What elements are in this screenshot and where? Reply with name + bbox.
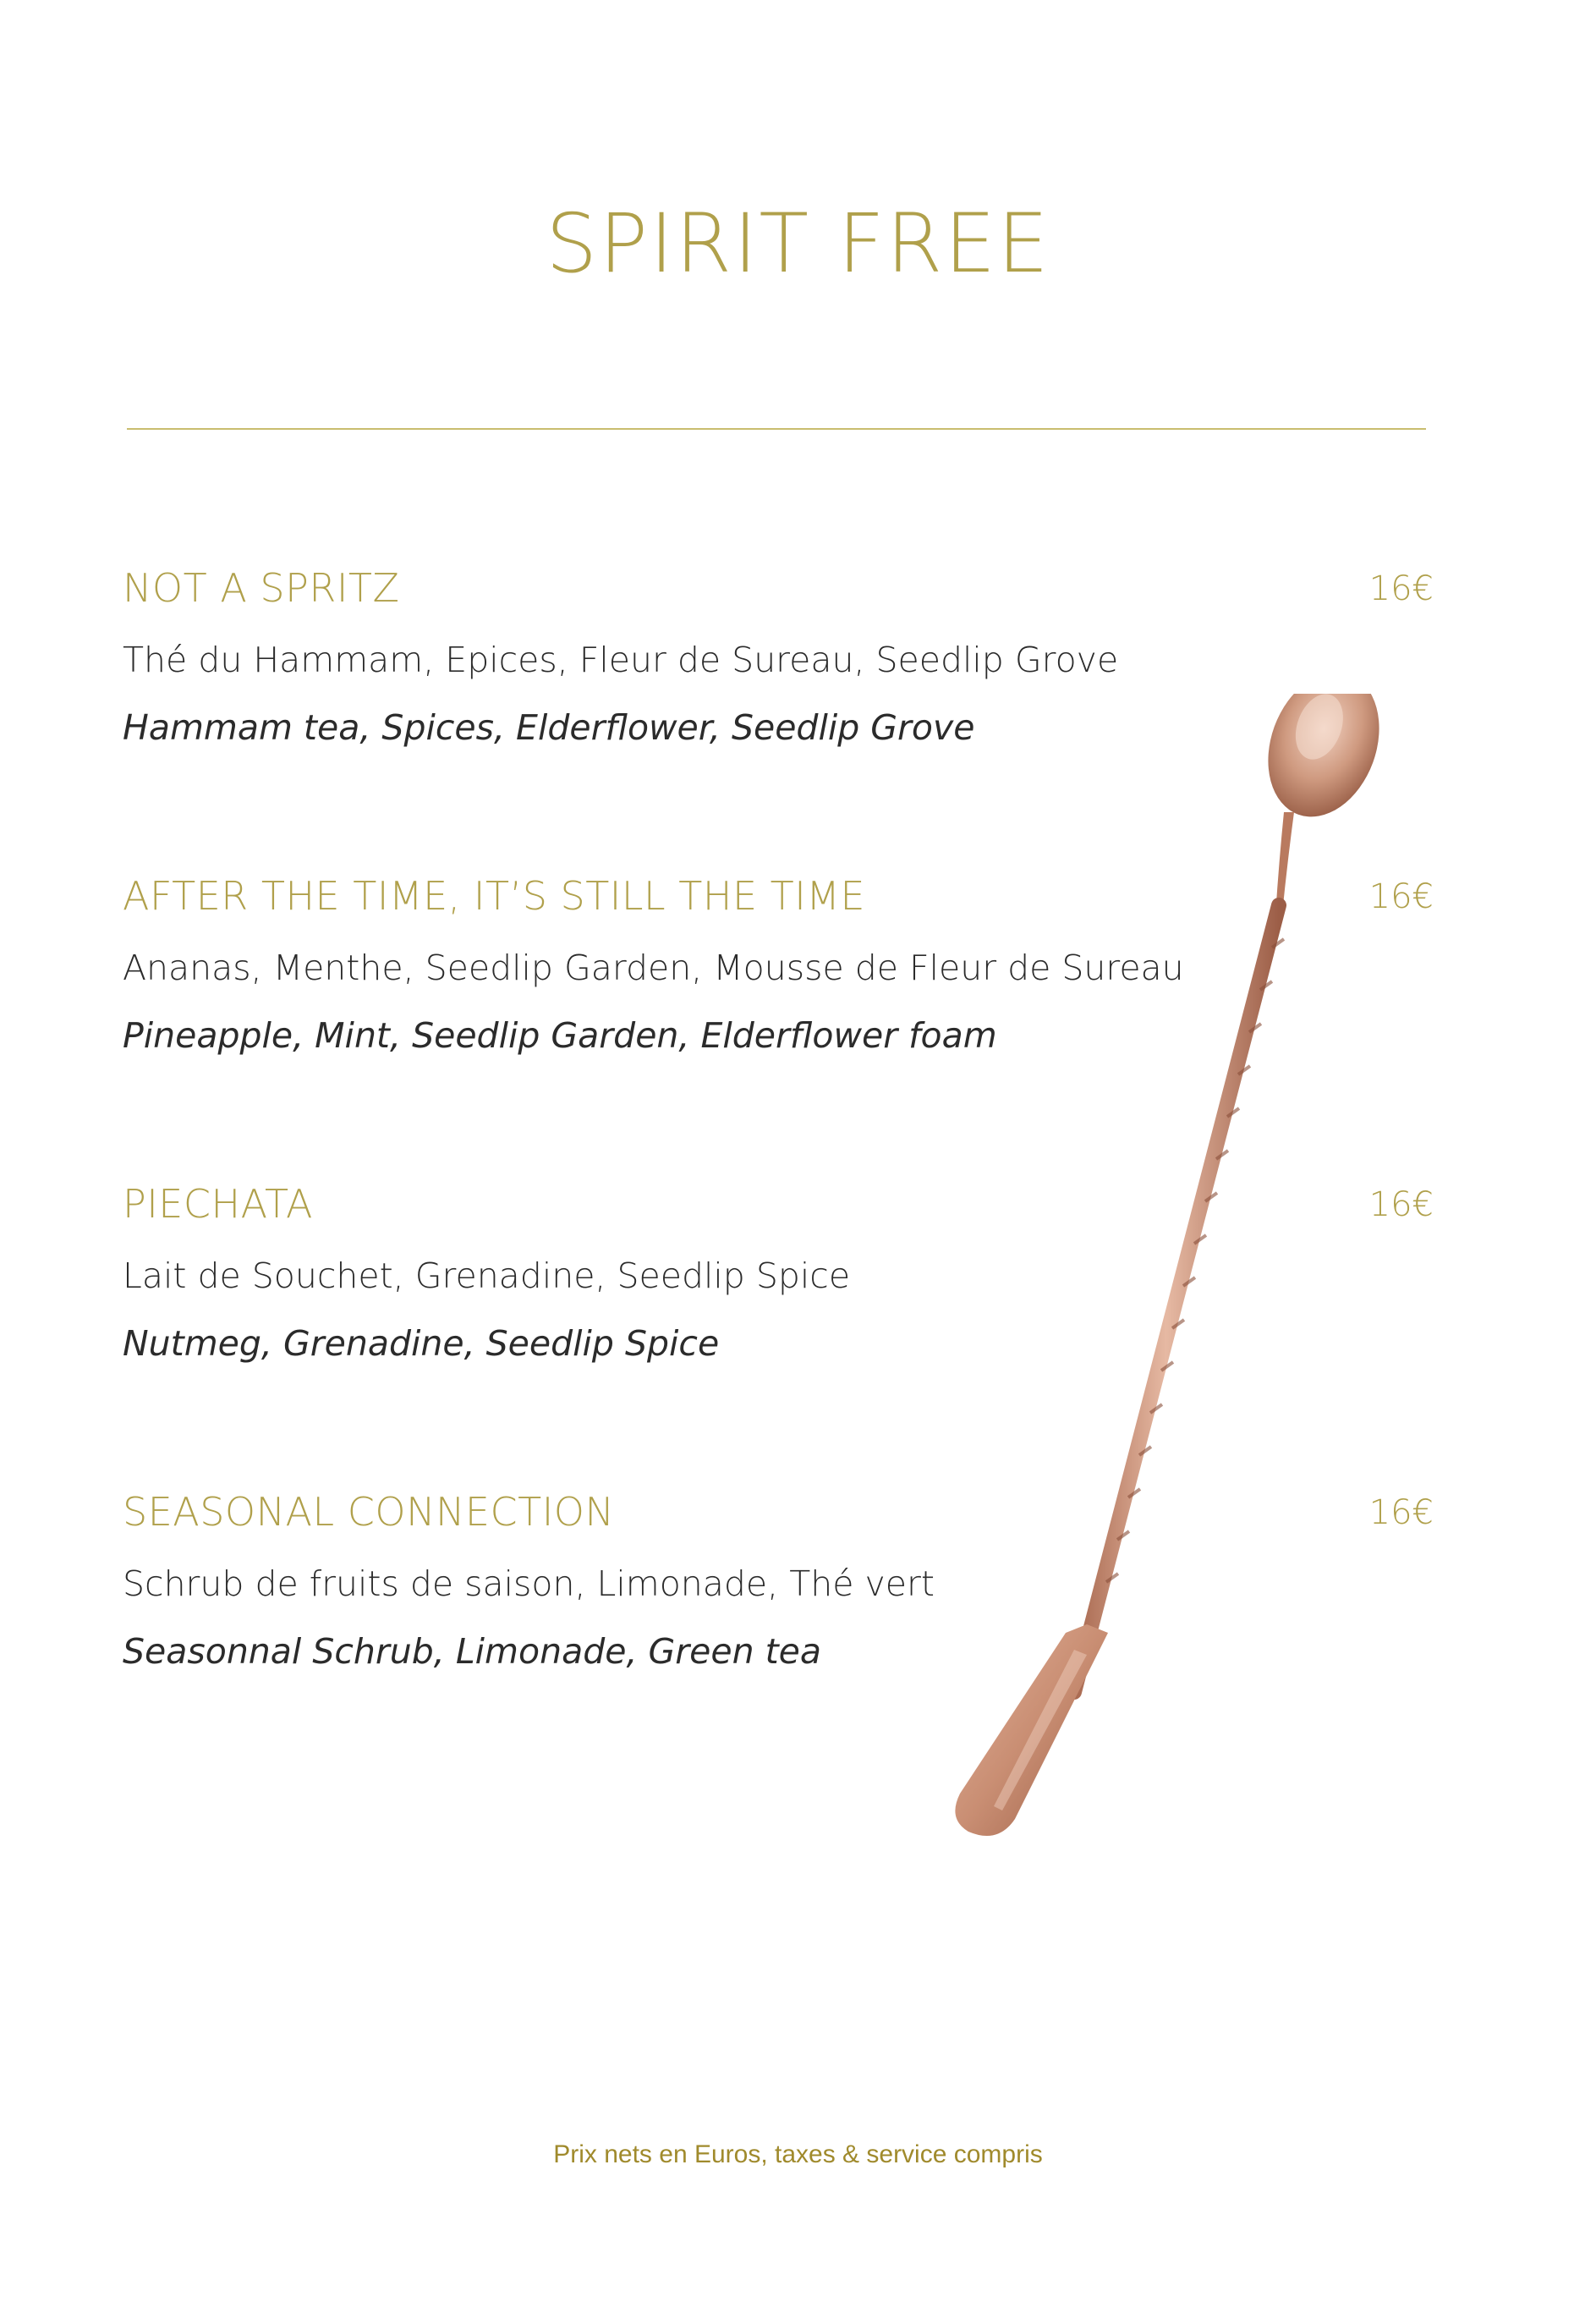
price-note: Prix nets en Euros, taxes & service comp…: [553, 2140, 1043, 2168]
item-price: 16€: [1368, 569, 1434, 608]
item-description-en: Seasonnal Schrub, Limonade, Green tea: [123, 1631, 822, 1672]
item-name: PIECHATA: [123, 1181, 313, 1227]
item-description-fr: Ananas, Menthe, Seedlip Garden, Mousse d…: [123, 948, 1184, 988]
item-description-fr: Lait de Souchet, Grenadine, Seedlip Spic…: [123, 1255, 851, 1296]
item-name: SEASONAL CONNECTION: [123, 1489, 615, 1535]
item-description-en: Hammam tea, Spices, Elderflower, Seedlip…: [123, 707, 975, 748]
item-description-fr: Schrub de fruits de saison, Limonade, Th…: [123, 1563, 935, 1604]
item-price: 16€: [1368, 877, 1434, 916]
menu-page: SPIRIT FREE NOT A SPRITZ 16€ Thé du Hamm…: [0, 0, 1596, 2302]
item-name: AFTER THE TIME, IT’S STILL THE TIME: [123, 873, 866, 919]
item-description-en: Pineapple, Mint, Seedlip Garden, Elderfl…: [123, 1015, 997, 1056]
item-price: 16€: [1368, 1493, 1434, 1532]
item-description-en: Nutmeg, Grenadine, Seedlip Spice: [123, 1323, 720, 1364]
title-divider: [127, 428, 1426, 430]
item-name: NOT A SPRITZ: [123, 565, 400, 611]
item-description-fr: Thé du Hammam, Epices, Fleur de Sureau, …: [123, 640, 1119, 680]
item-price: 16€: [1368, 1185, 1434, 1224]
page-title: SPIRIT FREE: [546, 196, 1050, 291]
